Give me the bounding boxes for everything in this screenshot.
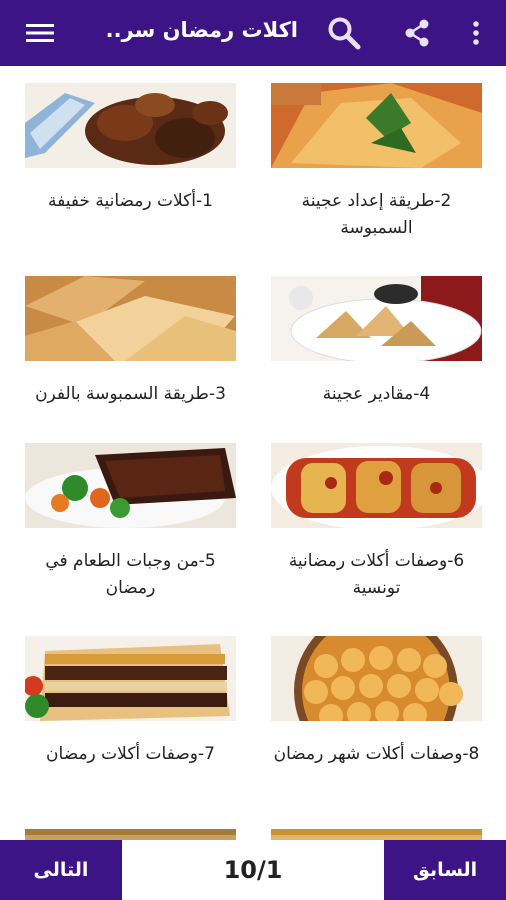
recipe-thumbnail bbox=[25, 636, 236, 721]
recipe-card[interactable]: 8-وصفات أكلات شهر رمضان bbox=[271, 636, 482, 768]
recipe-thumbnail bbox=[25, 443, 236, 528]
recipe-card[interactable]: 1-أكلات رمضانية خفيفة bbox=[25, 83, 236, 215]
recipe-card[interactable]: 5-من وجبات الطعام في رمضان bbox=[25, 443, 236, 602]
recipe-thumbnail bbox=[271, 443, 482, 528]
recipe-thumbnail bbox=[25, 829, 236, 840]
recipe-title: 8-وصفات أكلات شهر رمضان bbox=[273, 744, 480, 764]
recipe-title: 7-وصفات أكلات رمضان bbox=[46, 744, 215, 764]
next-button[interactable]: التالى bbox=[0, 840, 122, 900]
recipe-card[interactable]: 3-طريقة السمبوسة بالفرن bbox=[25, 276, 236, 408]
recipe-thumbnail bbox=[271, 636, 482, 721]
recipe-thumbnail bbox=[271, 829, 482, 840]
menu-icon[interactable] bbox=[22, 0, 58, 66]
search-icon[interactable] bbox=[324, 0, 364, 66]
recipe-title: 2-طريقة إعداد عجينة السمبوسة bbox=[301, 191, 452, 238]
recipe-card[interactable]: 4-مقادير عجينة bbox=[271, 276, 482, 408]
page-indicator: 10/1 bbox=[223, 856, 283, 884]
recipe-title: 3-طريقة السمبوسة بالفرن bbox=[35, 384, 226, 404]
recipe-thumbnail bbox=[271, 276, 482, 361]
recipe-title: 4-مقادير عجينة bbox=[322, 384, 431, 404]
more-vert-icon[interactable] bbox=[463, 0, 489, 66]
recipe-card[interactable]: 2-طريقة إعداد عجينة السمبوسة bbox=[271, 83, 482, 242]
pagination-bar: التالى 10/1 السابق bbox=[0, 840, 506, 900]
recipe-thumbnail bbox=[25, 83, 236, 168]
recipe-grid: 2-طريقة إعداد عجينة السمبوسة 1-أكلات رمض… bbox=[0, 66, 506, 840]
recipe-card[interactable]: 6-وصفات أكلات رمضانية تونسية bbox=[271, 443, 482, 602]
recipe-card[interactable] bbox=[271, 829, 482, 840]
recipe-title: 5-من وجبات الطعام في رمضان bbox=[45, 551, 216, 598]
app-title: اكلات رمضان سر... bbox=[104, 18, 298, 42]
app-bar: اكلات رمضان سر... bbox=[0, 0, 506, 66]
recipe-title: 6-وصفات أكلات رمضانية تونسية bbox=[288, 551, 465, 598]
previous-button[interactable]: السابق bbox=[384, 840, 506, 900]
recipe-title: 1-أكلات رمضانية خفيفة bbox=[48, 191, 213, 211]
recipe-card[interactable] bbox=[25, 829, 236, 840]
share-icon[interactable] bbox=[398, 0, 436, 66]
recipe-thumbnail bbox=[271, 83, 482, 168]
recipe-card[interactable]: 7-وصفات أكلات رمضان bbox=[25, 636, 236, 768]
recipe-thumbnail bbox=[25, 276, 236, 361]
